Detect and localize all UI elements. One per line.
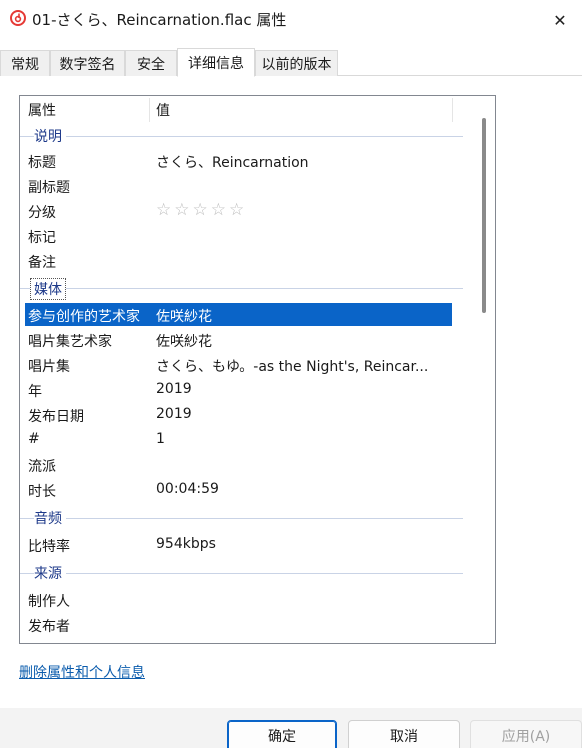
list-item[interactable]: 年 2019	[25, 378, 452, 401]
group-description: 说明	[20, 126, 495, 146]
list-item[interactable]: 唱片集 さくら、もゆ。-as the Night's, Reincar...	[25, 353, 452, 376]
group-media: 媒体	[20, 278, 495, 300]
vertical-scrollbar[interactable]	[482, 118, 486, 313]
group-label: 来源	[34, 563, 66, 583]
tab-details[interactable]: 详细信息	[177, 48, 255, 77]
group-divider	[20, 288, 463, 289]
close-button[interactable]: ✕	[548, 8, 572, 32]
group-label: 音频	[34, 508, 66, 528]
list-header: 属性 值	[20, 96, 495, 124]
group-label: 说明	[34, 126, 66, 146]
ok-button[interactable]: 确定	[227, 720, 337, 748]
tab-strip: 常规 数字签名 安全 详细信息 以前的版本	[0, 48, 582, 77]
tab-security[interactable]: 安全	[125, 50, 177, 76]
column-header-value[interactable]: 值	[156, 96, 170, 124]
properties-list[interactable]: 属性 值 说明 标题 さくら、Reincarnation 副标题 分级 ☆☆☆☆☆ …	[19, 95, 496, 644]
list-item[interactable]: 比特率 954kbps	[25, 533, 452, 556]
window-title: 01-さくら、Reincarnation.flac 属性	[32, 11, 287, 29]
apply-button[interactable]: 应用(A)	[470, 720, 582, 748]
column-divider[interactable]	[452, 98, 453, 122]
title-bar: 01-さくら、Reincarnation.flac 属性 ✕	[0, 0, 582, 40]
remove-properties-link[interactable]: 删除属性和个人信息	[19, 662, 145, 682]
list-item[interactable]: 发布者	[25, 613, 452, 636]
group-label: 媒体	[30, 278, 66, 300]
tab-general[interactable]: 常规	[0, 50, 50, 76]
list-item[interactable]: 制作人	[25, 588, 452, 611]
group-divider	[20, 518, 463, 519]
list-item[interactable]: 标题 さくら、Reincarnation	[25, 149, 452, 172]
music-app-icon	[10, 10, 26, 26]
list-item[interactable]: 副标题	[25, 174, 452, 197]
cancel-button[interactable]: 取消	[348, 720, 460, 748]
column-header-property[interactable]: 属性	[28, 96, 56, 124]
column-divider[interactable]	[149, 98, 150, 122]
close-icon: ✕	[553, 10, 567, 30]
rating-stars[interactable]: ☆☆☆☆☆	[156, 200, 247, 220]
details-panel: 属性 值 说明 标题 さくら、Reincarnation 副标题 分级 ☆☆☆☆☆ …	[0, 76, 582, 708]
list-item[interactable]: #1	[25, 428, 452, 451]
list-item[interactable]: 备注	[25, 249, 452, 272]
list-item[interactable]: 标记	[25, 224, 452, 247]
group-source: 来源	[20, 563, 495, 583]
list-item[interactable]: 参与创作的艺术家 佐咲紗花	[25, 303, 452, 326]
tab-digital-signatures[interactable]: 数字签名	[50, 50, 125, 76]
list-item[interactable]: 时长 00:04:59	[25, 478, 452, 501]
group-divider	[20, 136, 463, 137]
list-item[interactable]: 唱片集艺术家 佐咲紗花	[25, 328, 452, 351]
tab-previous-versions[interactable]: 以前的版本	[255, 50, 338, 76]
dialog-footer: 确定 取消 应用(A)	[0, 708, 582, 748]
list-item[interactable]: 分级 ☆☆☆☆☆	[25, 199, 452, 222]
list-item[interactable]: 发布日期 2019	[25, 403, 452, 426]
list-item[interactable]: 流派	[25, 453, 452, 476]
group-divider	[20, 573, 463, 574]
group-audio: 音频	[20, 508, 495, 528]
